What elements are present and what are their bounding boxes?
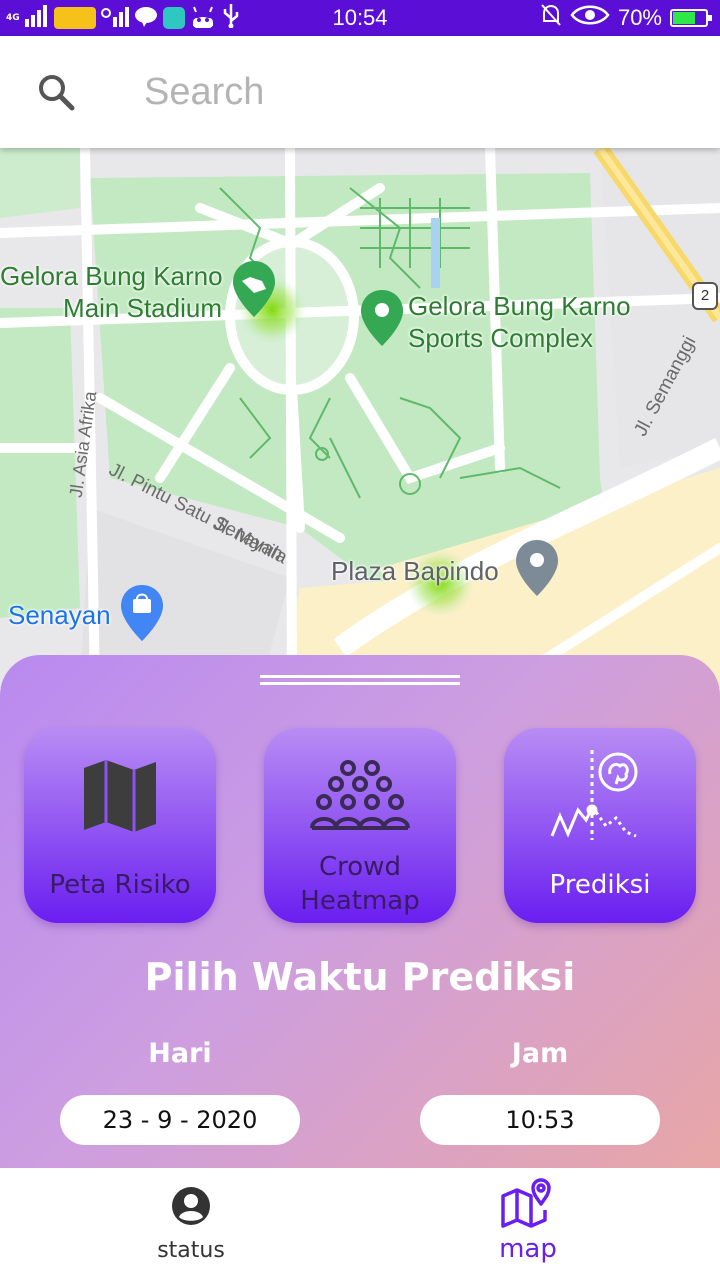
app-root: 4G 10:54 70% Search 2 Gelora Bung Karno …	[0, 0, 720, 1280]
battery-percentage: 70%	[617, 5, 662, 30]
nav-label-map: map	[499, 1234, 557, 1264]
search-input[interactable]	[144, 64, 664, 120]
road-shield-label: 2	[700, 287, 710, 304]
status-icons-right: 70%	[540, 3, 712, 33]
sheet-title: Pilih Waktu Prediksi	[144, 955, 576, 999]
crowd-heatmap-button[interactable]: Crowd Heatmap	[264, 728, 456, 923]
plaza-label: Plaza Bapindo	[331, 556, 499, 586]
sheet-drag-handle-line-1[interactable]	[260, 675, 460, 678]
account-icon	[171, 1186, 211, 1230]
stadium-marker-icon[interactable]	[232, 261, 276, 317]
senayan-label: Senayan	[8, 600, 111, 630]
stadium-label-line-2: Main Stadium	[63, 293, 222, 323]
sports-complex-label-line-1: Gelora Bung Karno	[408, 291, 631, 321]
prediction-bottom-sheet: Peta Risiko Crowd Heatmap Prediksi Pilih…	[0, 655, 720, 1170]
hour-picker-field[interactable]: 10:53	[420, 1095, 660, 1145]
peta-risiko-button[interactable]: Peta Risiko	[24, 728, 216, 923]
eye-icon	[570, 4, 610, 32]
nav-item-status[interactable]: status	[91, 1168, 291, 1280]
map-view[interactable]: 2 Gelora Bung Karno Main Stadium Gelora …	[0, 148, 720, 688]
battery-icon	[670, 9, 712, 27]
plaza-marker-icon[interactable]	[516, 540, 558, 596]
map-icon	[82, 758, 158, 838]
map-pin-icon	[501, 1178, 555, 1234]
day-picker-field[interactable]: 23 - 9 - 2020	[60, 1095, 300, 1145]
prediksi-label: Prediksi	[549, 870, 651, 900]
search-bar	[0, 36, 720, 148]
crowd-icon	[310, 758, 410, 838]
peta-risiko-label: Peta Risiko	[49, 870, 191, 900]
sports-complex-marker-icon[interactable]	[361, 290, 403, 346]
prediction-icon	[550, 750, 650, 844]
road-shield-icon: 2	[692, 282, 718, 310]
stadium-label-line-1: Gelora Bung Karno	[0, 261, 223, 291]
senayan-shopping-marker-icon[interactable]	[121, 585, 163, 641]
nav-label-status: status	[157, 1238, 225, 1263]
sheet-drag-handle-line-2[interactable]	[260, 682, 460, 685]
hour-label: Jam	[511, 1038, 569, 1069]
stadium-label: Gelora Bung Karno Main Stadium	[0, 260, 223, 324]
sports-complex-label-line-2: Sports Complex	[408, 323, 593, 353]
search-icon[interactable]	[36, 72, 76, 112]
crowd-heatmap-label: Crowd Heatmap	[300, 852, 420, 916]
sports-complex-label: Gelora Bung Karno Sports Complex	[408, 290, 631, 354]
battery-level-fill	[673, 12, 696, 24]
day-label: Hari	[148, 1038, 212, 1069]
prediksi-button[interactable]: Prediksi	[504, 728, 696, 923]
bell-off-icon	[540, 3, 562, 33]
bottom-navigation: status map	[0, 1168, 720, 1280]
status-bar: 4G 10:54 70%	[0, 0, 720, 36]
nav-item-map[interactable]: map	[428, 1168, 628, 1280]
